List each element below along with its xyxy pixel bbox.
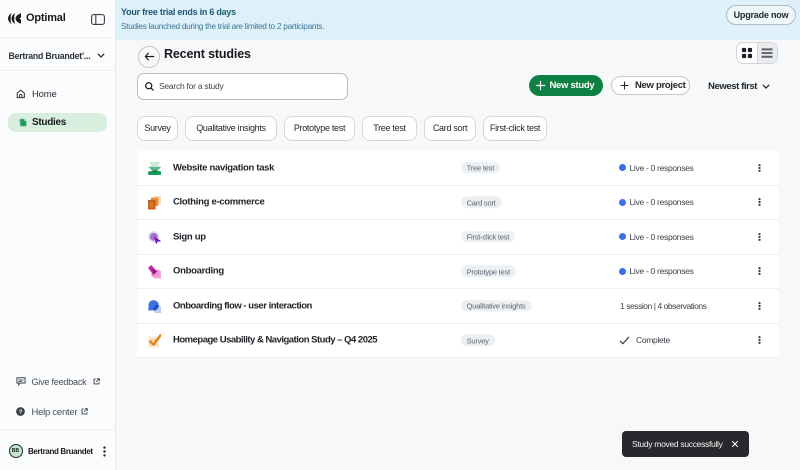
svg-text:?: ? [19,409,23,415]
